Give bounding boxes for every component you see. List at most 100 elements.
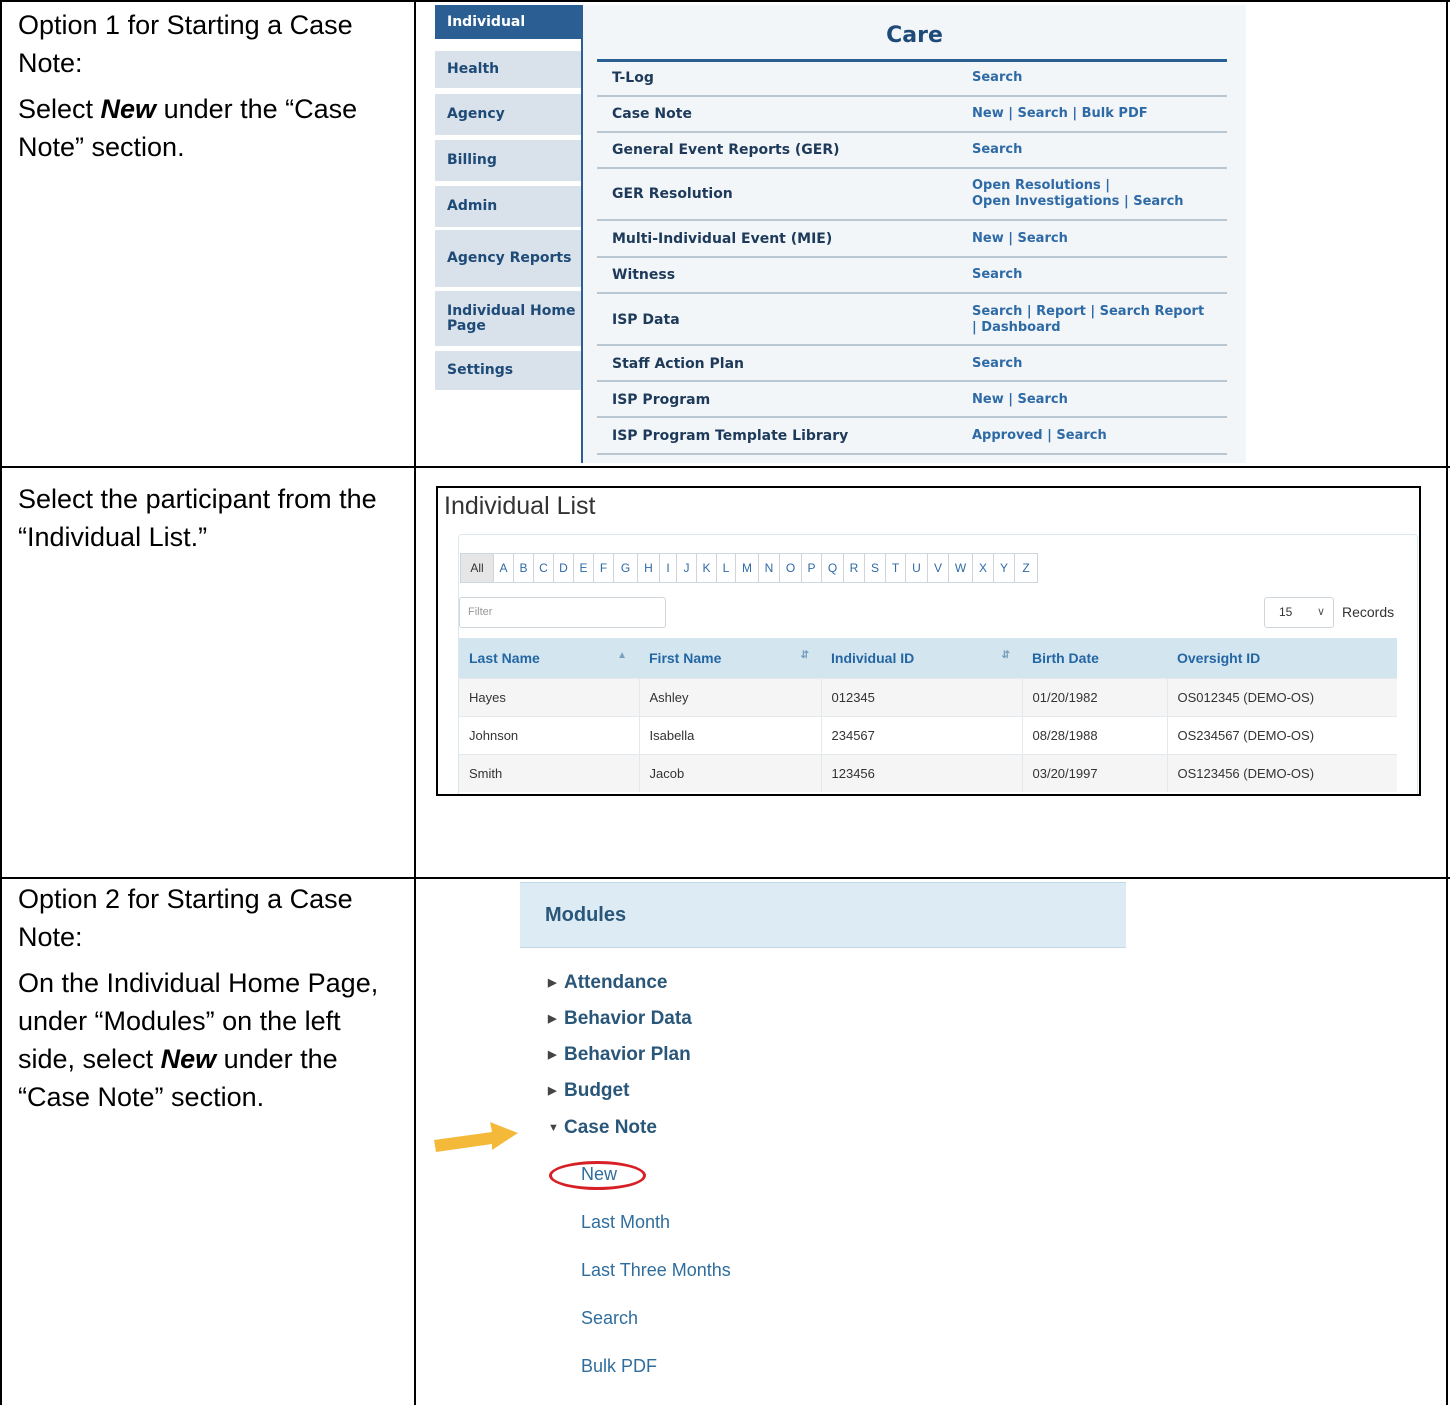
letter-r[interactable]: R xyxy=(844,554,865,582)
tab-agency-reports[interactable]: Agency Reports xyxy=(435,230,581,290)
case-note-last-three-months-link[interactable]: Last Three Months xyxy=(581,1260,731,1281)
letter-y[interactable]: Y xyxy=(994,554,1015,582)
filter-input[interactable]: Filter xyxy=(459,597,666,628)
tab-health[interactable]: Health xyxy=(435,51,581,91)
tab-individual-home-page[interactable]: Individual Home Page xyxy=(435,291,581,349)
table-row[interactable]: Smith Jacob 123456 03/20/1997 OS123456 (… xyxy=(459,753,1397,792)
records-per-page-select[interactable]: 15 ∨ xyxy=(1264,597,1334,628)
letter-g[interactable]: G xyxy=(614,554,638,582)
care-row-mie: Multi-Individual Event (MIE) New | Searc… xyxy=(597,221,1227,258)
tab-billing[interactable]: Billing xyxy=(435,140,581,184)
letter-b[interactable]: B xyxy=(514,554,534,582)
column-header-first-name[interactable]: First Name ⇵ xyxy=(639,638,821,678)
letter-k[interactable]: K xyxy=(697,554,717,582)
case-note-bulk-pdf-link[interactable]: Bulk PDF xyxy=(581,1356,657,1377)
care-row-label: General Event Reports (GER) xyxy=(612,142,840,158)
template-library-links[interactable]: Approved | Search xyxy=(972,428,1107,444)
letter-d[interactable]: D xyxy=(554,554,574,582)
letter-c[interactable]: C xyxy=(534,554,554,582)
individual-table: Last Name ▲ First Name ⇵ Individual ID ⇵ Bi… xyxy=(459,638,1397,792)
module-case-note[interactable]: ▼ Case Note xyxy=(548,1117,657,1139)
care-row-label: T-Log xyxy=(612,70,654,86)
column-header-oversight-id[interactable]: Oversight ID xyxy=(1167,638,1397,678)
tab-admin[interactable]: Admin xyxy=(435,186,581,230)
letter-u[interactable]: U xyxy=(906,554,928,582)
letter-t[interactable]: T xyxy=(886,554,906,582)
case-note-links[interactable]: New | Search | Bulk PDF xyxy=(972,106,1148,122)
cell-first-name: Jacob xyxy=(639,753,822,792)
column-label: Last Name xyxy=(469,649,540,666)
tab-individual[interactable]: Individual xyxy=(435,5,581,42)
cell-first-name: Ashley xyxy=(639,677,822,716)
case-note-search-link[interactable]: Search xyxy=(581,1308,638,1329)
letter-v[interactable]: V xyxy=(928,554,949,582)
care-row-label: ISP Program Template Library xyxy=(612,428,849,444)
cell-oversight-id: OS234567 (DEMO-OS) xyxy=(1167,715,1397,754)
letter-m[interactable]: M xyxy=(736,554,759,582)
isp-program-links[interactable]: New | Search xyxy=(972,392,1068,408)
module-budget[interactable]: ▶ Budget xyxy=(548,1080,629,1102)
letter-l[interactable]: L xyxy=(717,554,736,582)
module-label: Budget xyxy=(564,1080,630,1101)
t-log-search-link[interactable]: Search xyxy=(972,70,1022,86)
care-row-label: ISP Data xyxy=(612,312,680,328)
module-behavior-plan[interactable]: ▶ Behavior Plan xyxy=(548,1044,691,1066)
chevron-down-icon: ∨ xyxy=(1316,606,1325,618)
letter-all[interactable]: All xyxy=(461,554,494,582)
isp-data-links-line2[interactable]: | Dashboard xyxy=(972,320,1061,336)
mie-links[interactable]: New | Search xyxy=(972,231,1068,247)
letter-z[interactable]: Z xyxy=(1015,554,1037,582)
letter-n[interactable]: N xyxy=(759,554,780,582)
table-row[interactable]: Johnson Isabella 234567 08/28/1988 OS234… xyxy=(459,715,1397,754)
records-value: 15 xyxy=(1279,605,1293,619)
module-behavior-data[interactable]: ▶ Behavior Data xyxy=(548,1008,692,1030)
isp-data-links-line1[interactable]: Search | Report | Search Report xyxy=(972,304,1204,320)
care-row-case-note: Case Note New | Search | Bulk PDF xyxy=(597,97,1227,133)
letter-j[interactable]: J xyxy=(677,554,697,582)
letter-a[interactable]: A xyxy=(494,554,514,582)
option1-text-cell: Option 1 for Starting a Case Note: Selec… xyxy=(18,6,403,174)
tab-agency[interactable]: Agency xyxy=(435,94,581,138)
letter-w[interactable]: W xyxy=(949,554,973,582)
care-row-label: ISP Program xyxy=(612,392,711,408)
care-row-isp-data: ISP Data Search | Report | Search Report… xyxy=(597,294,1227,346)
ger-search-link[interactable]: Search xyxy=(972,142,1022,158)
case-note-last-month-link[interactable]: Last Month xyxy=(581,1212,670,1233)
care-row-label: Case Note xyxy=(612,106,692,122)
care-row-label: Staff Action Plan xyxy=(612,356,744,372)
letter-h[interactable]: H xyxy=(638,554,660,582)
care-row-label: Witness xyxy=(612,267,676,283)
individual-list-screenshot: Individual List All A B C D E F G H I J … xyxy=(436,486,1421,796)
letter-o[interactable]: O xyxy=(780,554,802,582)
letter-p[interactable]: P xyxy=(802,554,822,582)
care-row-label: Multi-Individual Event (MIE) xyxy=(612,231,833,247)
care-title: Care xyxy=(886,23,943,48)
ger-resolution-links-line1[interactable]: Open Resolutions | xyxy=(972,178,1110,194)
tab-settings[interactable]: Settings xyxy=(435,351,581,393)
caret-right-icon: ▶ xyxy=(548,1013,557,1025)
letter-x[interactable]: X xyxy=(973,554,994,582)
option1-heading: Option 1 for Starting a Case Note: xyxy=(18,10,353,78)
sort-icon: ⇵ xyxy=(800,650,809,661)
individual-list-title: Individual List xyxy=(444,492,596,520)
column-header-last-name[interactable]: Last Name ▲ xyxy=(459,638,639,678)
witness-search-link[interactable]: Search xyxy=(972,267,1022,283)
letter-f[interactable]: F xyxy=(594,554,614,582)
staff-action-plan-search-link[interactable]: Search xyxy=(972,356,1022,372)
care-row-staff-action-plan: Staff Action Plan Search xyxy=(597,346,1227,382)
module-attendance[interactable]: ▶ Attendance xyxy=(548,972,667,994)
option2-instruction: On the Individual Home Page, under “Modu… xyxy=(18,964,403,1116)
letter-i[interactable]: I xyxy=(660,554,677,582)
column-label: Oversight ID xyxy=(1177,649,1261,666)
table-row[interactable]: Hayes Ashley 012345 01/20/1982 OS012345 … xyxy=(459,677,1397,716)
column-header-birth-date[interactable]: Birth Date xyxy=(1022,638,1167,678)
column-header-individual-id[interactable]: Individual ID ⇵ xyxy=(821,638,1022,678)
cell-birth-date: 01/20/1982 xyxy=(1022,677,1168,716)
letter-e[interactable]: E xyxy=(574,554,594,582)
letter-s[interactable]: S xyxy=(865,554,886,582)
letter-q[interactable]: Q xyxy=(822,554,844,582)
cell-last-name: Hayes xyxy=(459,677,640,716)
option1-instruction: Select New under the “Case Note” section… xyxy=(18,90,403,166)
ger-resolution-links-line2[interactable]: Open Investigations | Search xyxy=(972,194,1184,210)
instruction-pre: Select xyxy=(18,94,101,124)
